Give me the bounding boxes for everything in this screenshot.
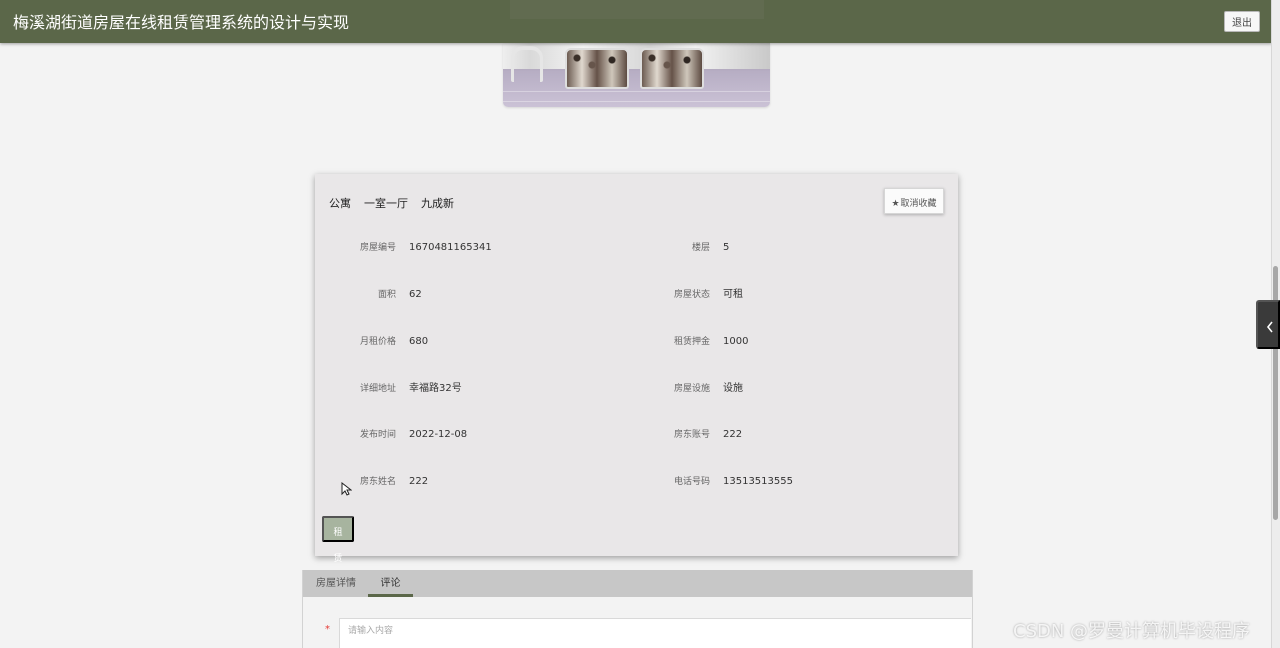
deposit-value: 1000 xyxy=(723,336,749,347)
rent-button[interactable]: 租赁 xyxy=(322,516,354,563)
detail-tab-bar: 房屋详情 评论 xyxy=(303,570,972,597)
floor-value: 5 xyxy=(723,242,730,253)
deposit-label: 租赁押金 xyxy=(673,337,710,347)
cancel-favorite-button[interactable]: ★取消收藏 xyxy=(884,188,944,214)
side-panel-toggle-button[interactable] xyxy=(1256,300,1280,349)
area-label: 面积 xyxy=(377,290,396,300)
monthly-price-label: 月租价格 xyxy=(359,337,396,347)
house-id-label: 房屋编号 xyxy=(359,243,396,253)
landlord-account-label: 房东账号 xyxy=(673,430,710,440)
csdn-watermark: CSDN @罗曼计算机毕设程序 xyxy=(1013,621,1251,642)
cancel-favorite-label: 取消收藏 xyxy=(900,198,937,208)
house-detail-tabs-panel: 房屋详情 评论 * 请输入内容 xyxy=(302,570,973,648)
facilities-label: 房屋设施 xyxy=(673,384,710,394)
info-row-house-id: 房屋编号 1670481165341 楼层 5 xyxy=(315,240,955,256)
status-value: 可租 xyxy=(723,289,743,300)
phone-value: 13513513555 xyxy=(723,476,793,487)
condition-tag: 九成新 xyxy=(421,197,454,210)
address-value: 幸福路32号 xyxy=(409,383,462,394)
comment-input[interactable]: 请输入内容 xyxy=(339,618,971,648)
house-image-sofa xyxy=(640,48,704,89)
address-label: 详细地址 xyxy=(359,384,396,394)
house-type-tag: 公寓 xyxy=(329,197,351,210)
facilities-value: 设施 xyxy=(723,383,743,394)
logout-button[interactable]: 退出 xyxy=(1224,11,1260,32)
house-image-floor-line xyxy=(503,101,770,102)
status-label: 房屋状态 xyxy=(673,290,710,300)
landlord-name-label: 房东姓名 xyxy=(359,477,396,487)
room-layout-tag: 一室一厅 xyxy=(364,197,408,210)
house-info-card: 公寓 一室一厅 九成新 ★取消收藏 房屋编号 1670481165341 楼层 … xyxy=(315,174,958,563)
house-tags: 公寓 一室一厅 九成新 xyxy=(329,195,454,211)
house-image-floor-line xyxy=(503,91,770,92)
info-row-area: 面积 62 房屋状态 可租 xyxy=(315,287,955,303)
overlay-strip xyxy=(510,0,764,19)
floor-label: 楼层 xyxy=(691,243,710,253)
area-value: 62 xyxy=(409,289,422,300)
tab-comments[interactable]: 评论 xyxy=(368,570,413,597)
tab-house-details[interactable]: 房屋详情 xyxy=(316,570,356,597)
phone-label: 电话号码 xyxy=(673,477,710,487)
landlord-name-value: 222 xyxy=(409,476,429,487)
info-row-publish-time: 发布时间 2022-12-08 房东账号 222 xyxy=(315,427,955,443)
landlord-account-value: 222 xyxy=(723,429,743,440)
mouse-cursor-icon xyxy=(341,482,352,496)
star-icon: ★ xyxy=(891,198,900,208)
monthly-price-value: 680 xyxy=(409,336,429,347)
house-image-chair xyxy=(511,46,543,82)
house-detail-page: 梅溪湖街道房屋在线租赁管理系统的设计与实现 退出 公寓 一室一厅 九成新 ★取消… xyxy=(0,0,1280,648)
house-image xyxy=(503,43,770,107)
required-marker: * xyxy=(325,624,330,635)
info-row-landlord: 房东姓名 222 电话号码 13513513555 xyxy=(315,474,955,490)
chevron-left-icon xyxy=(1266,321,1273,333)
info-row-address: 详细地址 幸福路32号 房屋设施 设施 xyxy=(315,381,955,397)
house-image-sofa xyxy=(565,48,629,89)
house-id-value: 1670481165341 xyxy=(409,242,492,253)
house-image-wall xyxy=(503,43,770,69)
publish-time-value: 2022-12-08 xyxy=(409,429,468,440)
info-row-price: 月租价格 680 租赁押金 1000 xyxy=(315,334,955,350)
publish-time-label: 发布时间 xyxy=(359,430,396,440)
app-title: 梅溪湖街道房屋在线租赁管理系统的设计与实现 xyxy=(13,13,350,32)
